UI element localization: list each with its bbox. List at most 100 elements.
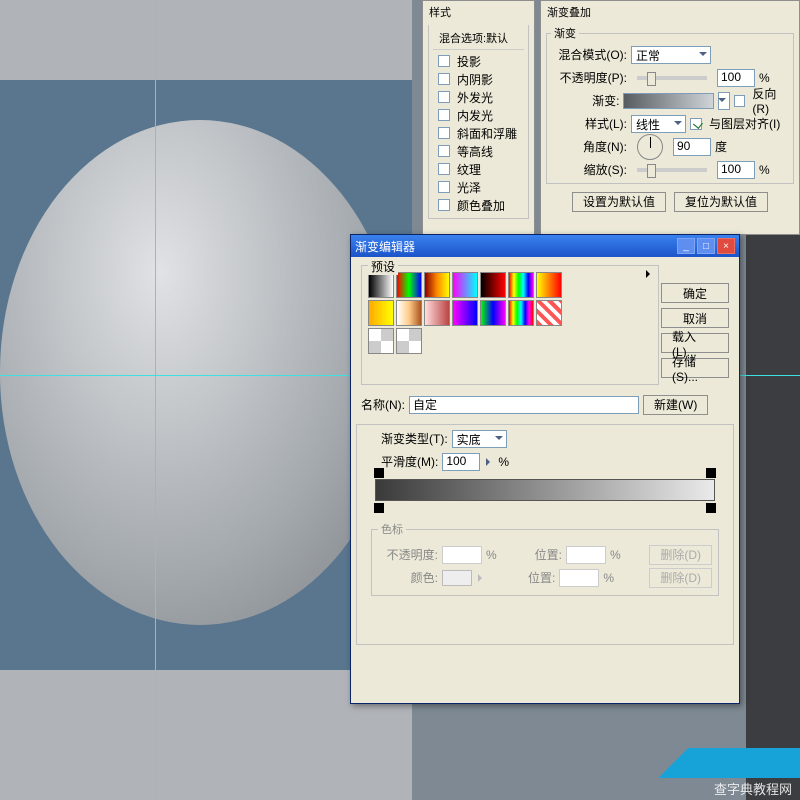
blend-mode-select[interactable]: 正常	[631, 46, 711, 64]
opacity-slider[interactable]	[637, 76, 707, 80]
style-label: 外发光	[457, 89, 493, 106]
stop-color-position[interactable]	[559, 569, 599, 587]
watermark-text: 查字典教程网	[714, 779, 792, 798]
type-select[interactable]: 实底	[452, 430, 507, 448]
name-label: 名称(N):	[361, 396, 405, 413]
position-label-1: 位置:	[535, 546, 562, 563]
style-label: 投影	[457, 53, 481, 70]
opacity-stop-right[interactable]	[706, 468, 716, 478]
load-button[interactable]: 载入(L)...	[661, 333, 729, 353]
angle-input[interactable]: 90	[673, 138, 711, 156]
style-label: 纹理	[457, 161, 481, 178]
reverse-checkbox[interactable]	[734, 95, 745, 107]
preset-swatch[interactable]	[508, 300, 534, 326]
preset-swatch[interactable]	[452, 300, 478, 326]
style-checkbox[interactable]	[438, 163, 450, 175]
ok-button[interactable]: 确定	[661, 283, 729, 303]
style-label: 内阴影	[457, 71, 493, 88]
preset-swatch[interactable]	[452, 272, 478, 298]
style-label: 斜面和浮雕	[457, 125, 517, 142]
opacity-input[interactable]: 100	[717, 69, 755, 87]
overlay-title: 渐变叠加	[541, 1, 799, 23]
stop-opacity-label: 不透明度:	[378, 546, 438, 563]
minimize-icon[interactable]: _	[677, 238, 695, 254]
style-checkbox[interactable]	[438, 199, 450, 211]
style-label: 内发光	[457, 107, 493, 124]
preset-swatch[interactable]	[424, 272, 450, 298]
preset-swatch[interactable]	[536, 272, 562, 298]
angle-dial[interactable]	[637, 134, 663, 160]
scale-label: 缩放(S):	[551, 161, 627, 178]
save-button[interactable]: 存储(S)...	[661, 358, 729, 378]
style-item[interactable]: 光泽	[438, 178, 519, 196]
titlebar[interactable]: 渐变编辑器 _ □ ×	[351, 235, 739, 257]
gradient-preview[interactable]	[623, 93, 713, 109]
color-stepper-icon[interactable]	[478, 574, 486, 582]
angle-label: 角度(N):	[551, 138, 627, 155]
style-item[interactable]: 投影	[438, 52, 519, 70]
overlay-group-label: 渐变	[551, 25, 579, 41]
new-button[interactable]: 新建(W)	[643, 395, 708, 415]
preset-swatch[interactable]	[480, 300, 506, 326]
align-checkbox[interactable]	[690, 118, 702, 130]
smooth-input[interactable]: 100	[442, 453, 480, 471]
style-select[interactable]: 线性	[631, 115, 686, 133]
name-input[interactable]	[409, 396, 639, 414]
cancel-button[interactable]: 取消	[661, 308, 729, 328]
preset-swatch[interactable]	[480, 272, 506, 298]
color-stop-right[interactable]	[706, 503, 716, 513]
preset-swatch[interactable]	[396, 300, 422, 326]
style-label: 等高线	[457, 143, 493, 160]
preset-swatch[interactable]	[368, 272, 394, 298]
stop-color-well[interactable]	[442, 570, 472, 586]
scale-input[interactable]: 100	[717, 161, 755, 179]
preset-swatch[interactable]	[424, 300, 450, 326]
style-checkbox[interactable]	[438, 91, 450, 103]
stop-color-label: 颜色:	[378, 569, 438, 586]
style-label: 光泽	[457, 179, 481, 196]
preset-swatch[interactable]	[368, 328, 394, 354]
presets-menu-icon[interactable]	[646, 270, 654, 278]
gradient-ramp[interactable]	[375, 479, 715, 501]
smooth-stepper-icon[interactable]	[486, 458, 494, 466]
stop-opacity-input[interactable]	[442, 546, 482, 564]
type-label: 渐变类型(T):	[381, 430, 448, 447]
preset-swatch[interactable]	[368, 300, 394, 326]
preset-swatch[interactable]	[396, 272, 422, 298]
stop-opacity-position[interactable]	[566, 546, 606, 564]
color-stop-left[interactable]	[374, 503, 384, 513]
gradient-label: 渐变:	[551, 92, 619, 109]
scale-slider[interactable]	[637, 168, 707, 172]
style-item[interactable]: 外发光	[438, 88, 519, 106]
style-label: 颜色叠加	[457, 197, 505, 214]
maximize-icon[interactable]: □	[697, 238, 715, 254]
preset-swatch[interactable]	[536, 300, 562, 326]
style-item[interactable]: 纹理	[438, 160, 519, 178]
preset-swatch[interactable]	[508, 272, 534, 298]
style-checkbox[interactable]	[438, 181, 450, 193]
opacity-stop-left[interactable]	[374, 468, 384, 478]
style-item[interactable]: 斜面和浮雕	[438, 124, 519, 142]
watermark-badge	[660, 748, 800, 778]
style-item[interactable]: 颜色叠加	[438, 196, 519, 214]
style-item[interactable]: 等高线	[438, 142, 519, 160]
close-icon[interactable]: ×	[717, 238, 735, 254]
style-checkbox[interactable]	[438, 127, 450, 139]
set-default-button[interactable]: 设置为默认值	[572, 192, 666, 212]
gradient-dropdown-icon[interactable]	[718, 92, 731, 110]
delete-color-stop-button[interactable]: 删除(D)	[649, 568, 712, 588]
gradient-editor-dialog: 渐变编辑器 _ □ × 预设 确定 取消 载入(L)... 存储(S)... 名…	[350, 234, 740, 704]
blend-default[interactable]: 混合选项:默认	[433, 27, 524, 50]
layer-styles-panel: 样式 混合选项:默认 投影内阴影外发光内发光斜面和浮雕等高线纹理光泽颜色叠加	[422, 0, 535, 250]
style-checkbox[interactable]	[438, 73, 450, 85]
dialog-title: 渐变编辑器	[355, 238, 415, 255]
reset-default-button[interactable]: 复位为默认值	[674, 192, 768, 212]
delete-opacity-stop-button[interactable]: 删除(D)	[649, 545, 712, 565]
preset-swatch[interactable]	[396, 328, 422, 354]
style-checkbox[interactable]	[438, 109, 450, 121]
style-checkbox[interactable]	[438, 55, 450, 67]
style-label: 样式(L):	[551, 115, 627, 132]
style-checkbox[interactable]	[438, 145, 450, 157]
style-item[interactable]: 内阴影	[438, 70, 519, 88]
style-item[interactable]: 内发光	[438, 106, 519, 124]
